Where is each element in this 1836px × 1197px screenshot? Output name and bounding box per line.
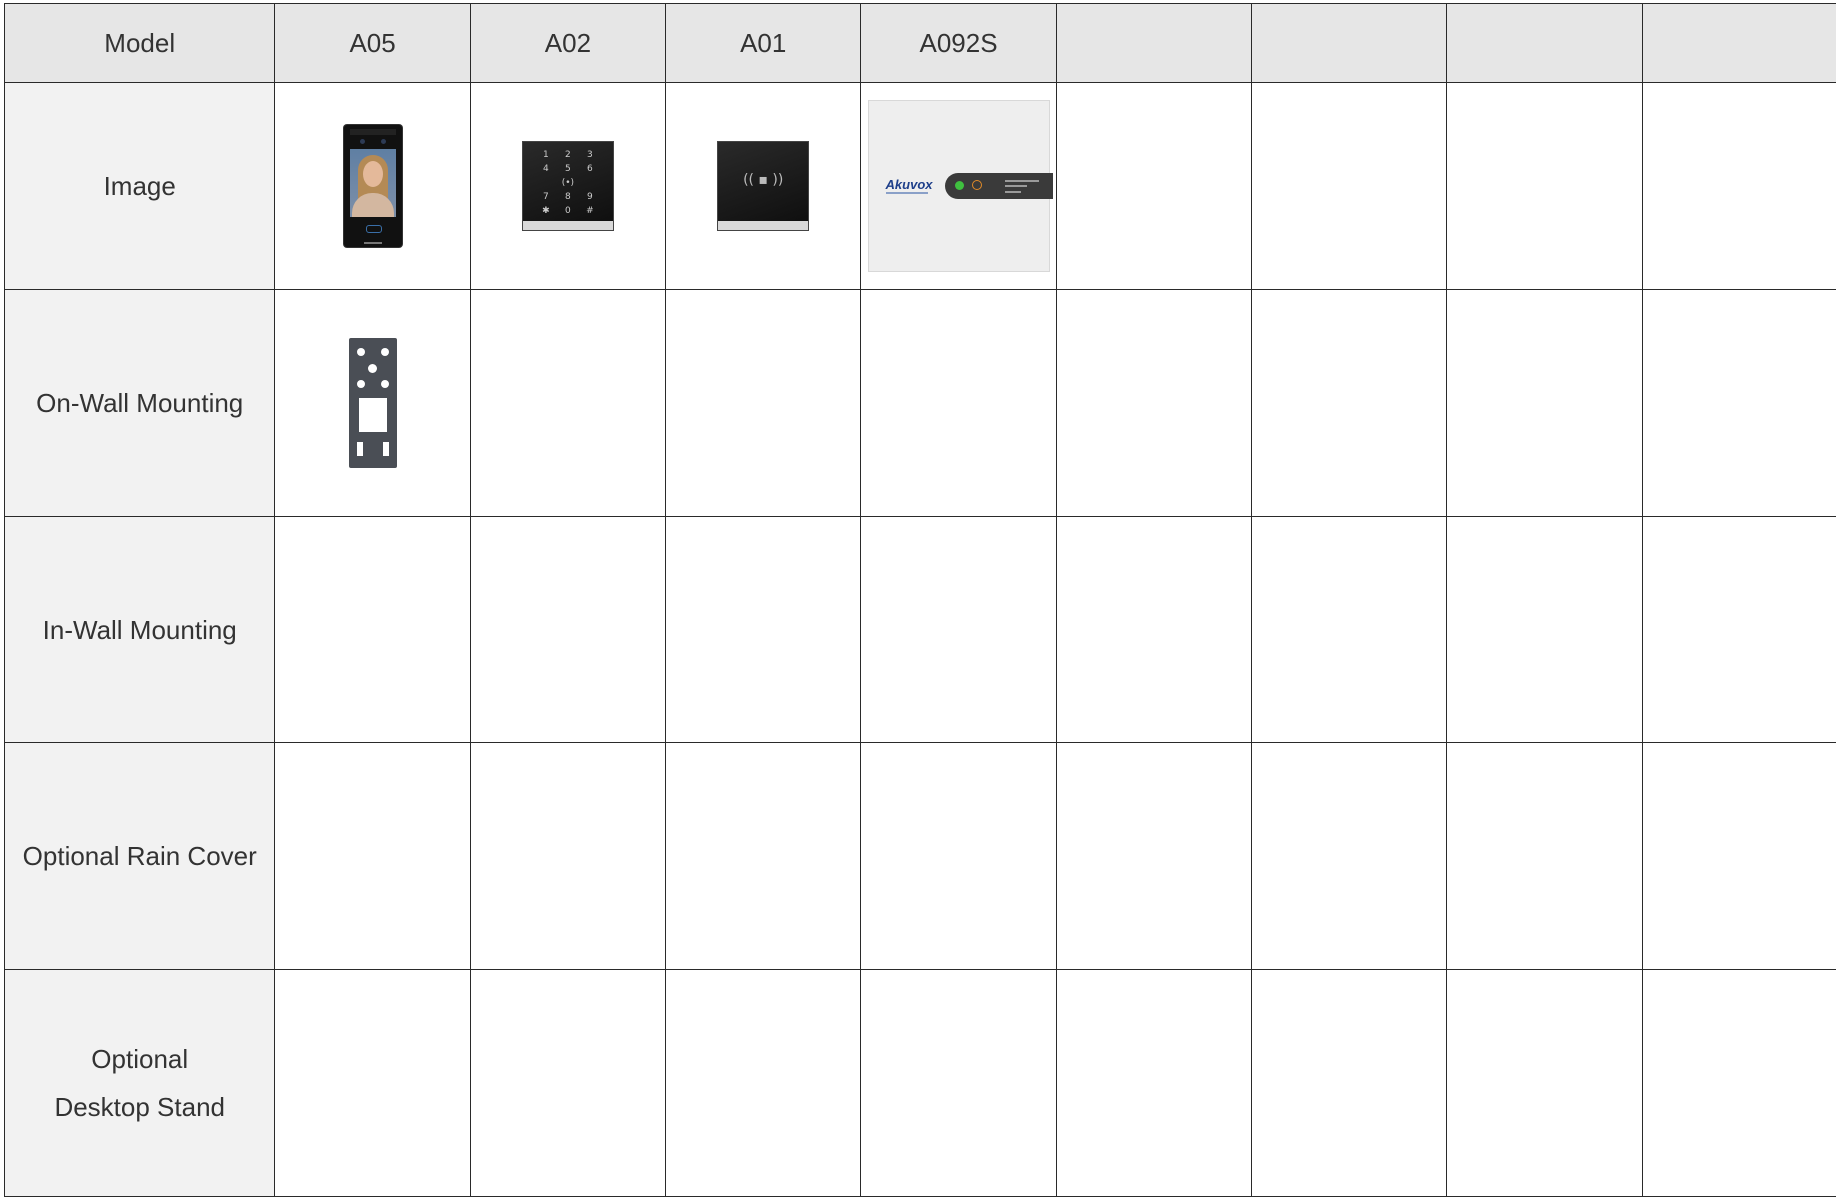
a092s-on-wall-cell [860, 289, 1057, 517]
on-wall-mounting-row: On-Wall Mounting [3, 289, 1836, 517]
image-row: Image 123 456 (•) 7 8 9 ✱ 0 # ((▪)) Ak… [3, 82, 1836, 290]
a092s-controller-image: Akuvox [867, 100, 1053, 272]
desktop-stand-row: Optional Desktop Stand [3, 969, 1836, 1197]
a01-on-wall-cell [665, 289, 862, 517]
on-wall-empty-8 [1641, 289, 1836, 517]
a05-in-wall-cell [274, 516, 471, 743]
header-empty-5 [1055, 3, 1253, 83]
a05-image-cell [274, 82, 471, 290]
a01-image-cell: (( ▪ )) [665, 82, 862, 290]
a01-card-reader-image: (( ▪ )) [717, 141, 810, 231]
header-model-a05: A05 [274, 3, 471, 83]
desktop-stand-empty-8 [1641, 969, 1836, 1197]
rain-cover-empty-7 [1446, 742, 1643, 970]
status-led-icon [971, 180, 982, 190]
on-wall-mounting-label: On-Wall Mounting [3, 289, 276, 517]
a092s-desktop-stand-cell [860, 969, 1057, 1197]
header-model-a092s: A092S [860, 3, 1057, 83]
a05-rain-cover-cell [274, 742, 471, 970]
header-row: Model A05 A02 A01 A092S [3, 3, 1836, 83]
in-wall-empty-7 [1446, 516, 1643, 743]
a02-desktop-stand-cell [469, 969, 667, 1197]
a01-rain-cover-cell [665, 742, 862, 970]
a01-desktop-stand-cell [665, 969, 862, 1197]
a02-rain-cover-cell [469, 742, 667, 970]
a02-keypad-grid: 123 456 (•) 789 ✱ 0 # [542, 150, 594, 216]
a092s-in-wall-cell [860, 516, 1057, 743]
image-empty-8 [1641, 82, 1836, 290]
header-model-label: Model [3, 3, 276, 83]
a02-keypad-image: 123 456 (•) 789 ✱ 0 # [521, 141, 614, 231]
rfid-icon: (( ▪ )) [743, 172, 784, 188]
image-empty-5 [1055, 82, 1253, 290]
desktop-stand-empty-5 [1055, 969, 1253, 1197]
a01-in-wall-cell [665, 516, 862, 743]
rain-cover-empty-5 [1055, 742, 1253, 970]
in-wall-mounting-label: In-Wall Mounting [3, 516, 276, 743]
a05-face-terminal-image [343, 125, 402, 247]
header-empty-8 [1641, 3, 1836, 83]
desktop-stand-empty-7 [1446, 969, 1643, 1197]
a092s-rain-cover-cell [860, 742, 1057, 970]
a02-image-cell: 123 456 (•) 789 ✱ 0 # [469, 82, 667, 290]
in-wall-empty-6 [1250, 516, 1448, 743]
header-model-a01: A01 [665, 3, 862, 83]
in-wall-mounting-row: In-Wall Mounting [3, 516, 1836, 743]
on-wall-empty-7 [1446, 289, 1643, 517]
a02-on-wall-cell [469, 289, 667, 517]
akuvox-logo: Akuvox [885, 177, 933, 192]
rain-cover-empty-6 [1250, 742, 1448, 970]
desktop-stand-label-line1: Optional [91, 1044, 189, 1074]
header-empty-7 [1446, 3, 1643, 83]
header-empty-6 [1250, 3, 1448, 83]
a05-desktop-stand-cell [274, 969, 471, 1197]
desktop-stand-label-line2: Desktop Stand [54, 1092, 225, 1122]
on-wall-bracket-image [348, 338, 397, 468]
header-model-a02: A02 [469, 3, 667, 83]
power-led-icon [954, 181, 964, 190]
in-wall-empty-8 [1641, 516, 1836, 743]
image-empty-6 [1250, 82, 1448, 290]
desktop-stand-label: Optional Desktop Stand [3, 969, 276, 1197]
in-wall-empty-5 [1055, 516, 1253, 743]
desktop-stand-empty-6 [1250, 969, 1448, 1197]
image-empty-7 [1446, 82, 1643, 290]
a05-on-wall-cell [274, 289, 471, 517]
rain-cover-empty-8 [1641, 742, 1836, 970]
on-wall-empty-5 [1055, 289, 1253, 517]
image-row-label: Image [3, 82, 276, 290]
on-wall-empty-6 [1250, 289, 1448, 517]
rain-cover-row: Optional Rain Cover [3, 742, 1836, 970]
product-comparison-table: Model A05 A02 A01 A092S Image 1 2 3 4 5 … [3, 3, 1836, 1197]
rain-cover-label: Optional Rain Cover [3, 742, 276, 970]
a02-in-wall-cell [469, 516, 667, 743]
a092s-image-cell: Akuvox [860, 82, 1057, 290]
